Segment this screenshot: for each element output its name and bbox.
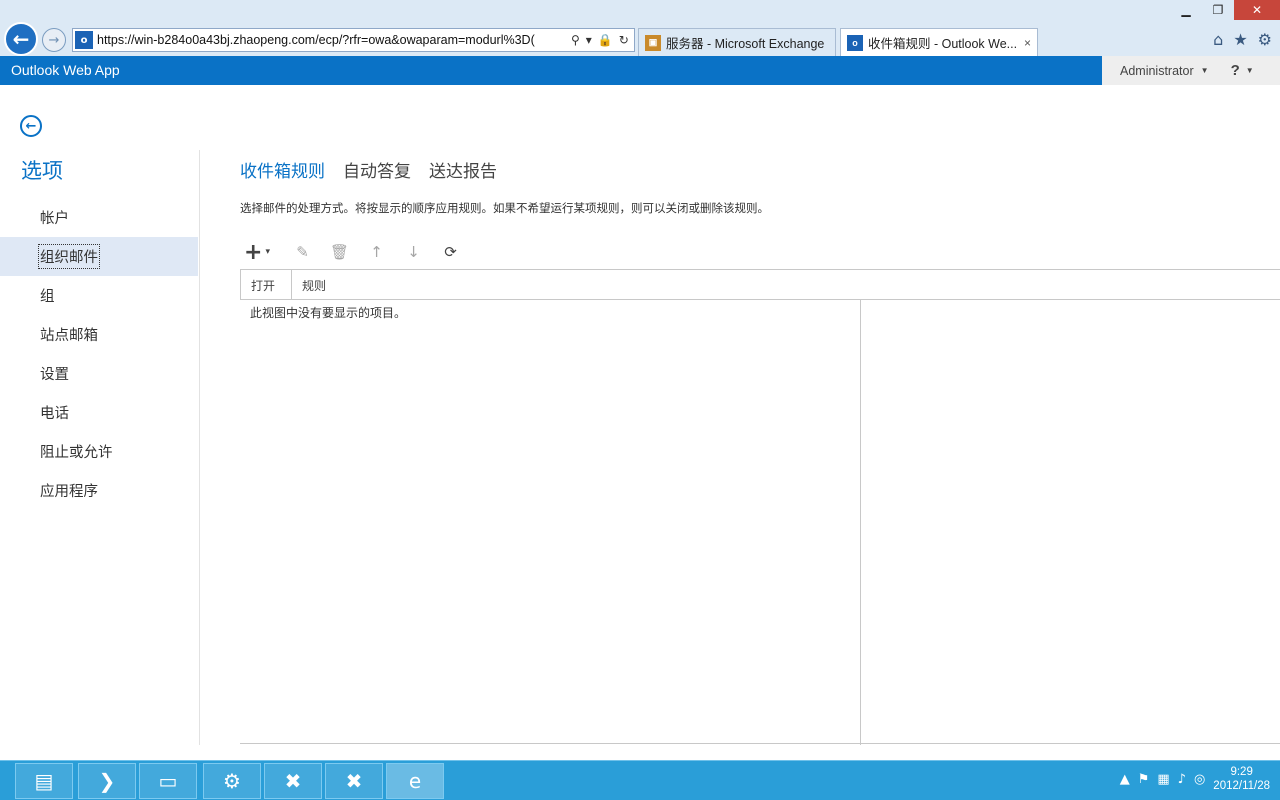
grid-bottom-border [240,743,1280,744]
outlook-icon: o [75,31,93,49]
help-icon[interactable]: ? [1231,62,1240,79]
sidebar-item-apps[interactable]: 应用程序 [0,471,198,510]
outlook-icon: o [847,34,863,51]
restore-button[interactable]: ❐ [1202,0,1234,20]
favorites-star-icon[interactable]: ★ [1233,30,1247,49]
close-window-button[interactable]: ✕ [1234,0,1280,20]
file-explorer-icon[interactable]: ▭ [139,763,197,799]
taskbar: ▤ ❯ ▭ ⚙ ✖ ✖ e ▲ ⚑ ▦ ♪ ◎ 9:29 2012/11/28 [0,760,1280,800]
browser-forward-button[interactable]: → [42,28,66,52]
column-header-rule[interactable]: 规则 [302,277,326,294]
column-separator [291,270,292,300]
chevron-down-icon[interactable]: ▼ [1246,66,1254,75]
user-menu[interactable]: Administrator ▼ ? ▼ [1102,56,1280,85]
show-hidden-icons-icon[interactable]: ▲ [1120,772,1130,787]
content-tabs: 收件箱规则 自动答复 送达报告 [240,157,497,182]
rules-toolbar: + ▾ ✎ 🗑 ↑ ↓ ⟳ [244,239,469,265]
user-name[interactable]: Administrator [1120,64,1194,78]
tab-delivery-reports[interactable]: 送达报告 [429,157,497,182]
sidebar-nav: 帐户 组织邮件 组 站点邮箱 设置 电话 阻止或允许 应用程序 [0,198,198,510]
sidebar-item-label: 应用程序 [40,484,98,500]
edit-rule-button[interactable]: ✎ [284,240,321,264]
details-pane-divider [860,300,861,745]
url-text[interactable]: https://win-b284o0a43bj.zhaopeng.com/ecp… [97,33,567,47]
pencil-icon: ✎ [296,243,309,261]
tab-close-icon[interactable]: × [1024,36,1031,50]
powershell-icon[interactable]: ❯ [78,763,136,799]
sidebar-item-label: 阻止或允许 [40,445,113,461]
sidebar-item-account[interactable]: 帐户 [0,198,198,237]
rules-grid: 打开 规则 此视图中没有要显示的项目。 [240,269,1280,745]
arrow-right-icon: → [48,32,60,48]
sidebar-item-label: 电话 [40,406,69,422]
sidebar-item-phone[interactable]: 电话 [0,393,198,432]
tab-label: 服务器 - Microsoft Exchange [666,37,825,51]
grid-header: 打开 规则 [240,269,1280,300]
clock[interactable]: 9:29 2012/11/28 [1213,765,1270,793]
tab-label: 收件箱规则 - Outlook We... [868,37,1018,51]
sidebar-item-label: 设置 [40,367,69,383]
tab-inbox-rules[interactable]: o 收件箱规则 - Outlook We... × [840,28,1038,56]
move-down-button[interactable]: ↓ [395,240,432,264]
column-header-on[interactable]: 打开 [251,277,275,294]
sidebar-item-block-or-allow[interactable]: 阻止或允许 [0,432,198,471]
address-bar[interactable]: o https://win-b284o0a43bj.zhaopeng.com/e… [72,28,635,52]
add-rule-button[interactable]: + ▾ [244,239,284,265]
description-text: 选择邮件的处理方式。将按显示的顺序应用规则。如果不希望运行某项规则，则可以关闭或… [240,201,769,215]
clock-date: 2012/11/28 [1213,780,1270,792]
exchange-toolbox-icon[interactable]: ✖ [325,763,383,799]
arrow-left-icon: ← [12,27,30,51]
settings-gear-icon[interactable]: ⚙ [1258,30,1272,49]
plus-icon: + [244,239,263,265]
action-center-icon[interactable]: ⚑ [1138,772,1150,787]
arrow-up-icon: ↑ [370,243,383,261]
empty-list-message: 此视图中没有要显示的项目。 [250,306,407,320]
delete-rule-button[interactable]: 🗑 [321,240,358,264]
owa-header: Outlook Web App Administrator ▼ ? ▼ [0,56,1280,85]
sidebar-item-label: 站点邮箱 [40,328,98,344]
exchange-shell-icon[interactable]: ✖ [264,763,322,799]
tab-inbox-rules-content[interactable]: 收件箱规则 [240,157,325,182]
minimize-button[interactable]: ▁ [1170,0,1202,20]
back-arrow-icon[interactable]: ← [20,115,42,137]
system-tray: ▲ ⚑ ▦ ♪ ◎ 9:29 2012/11/28 [1120,765,1270,793]
chevron-down-icon[interactable]: ▼ [1201,66,1209,75]
sidebar-divider [199,150,200,745]
clock-time: 9:29 [1230,766,1253,778]
app-title[interactable]: Outlook Web App [11,62,120,78]
exchange-icon: ▣ [645,34,661,51]
arrow-down-icon: ↓ [407,243,420,261]
page-title: 选项 [21,159,63,183]
volume-icon[interactable]: ♪ [1178,772,1186,787]
sidebar-item-label: 组 [40,289,55,305]
lock-icon[interactable]: 🔒 [598,33,613,47]
browser-chrome: ▁ ❐ ✕ ← → o https://win-b284o0a43bj.zhao… [0,0,1280,56]
sidebar-item-site-mailboxes[interactable]: 站点邮箱 [0,315,198,354]
sidebar-item-label: 组织邮件 [38,244,100,269]
home-icon[interactable]: ⌂ [1213,30,1223,49]
task-scheduler-icon[interactable]: ⚙ [203,763,261,799]
server-manager-icon[interactable]: ▤ [15,763,73,799]
sidebar-item-organize-mail[interactable]: 组织邮件 [0,237,198,276]
chevron-down-icon: ▾ [265,247,270,257]
refresh-button[interactable]: ⟳ [432,240,469,264]
ime-icon[interactable]: ◎ [1194,772,1205,787]
sidebar-item-settings[interactable]: 设置 [0,354,198,393]
sidebar-item-label: 帐户 [40,211,69,227]
network-icon[interactable]: ▦ [1157,772,1169,787]
move-up-button[interactable]: ↑ [358,240,395,264]
trash-icon: 🗑 [329,243,350,261]
refresh-icon: ⟳ [444,243,457,261]
sidebar-item-groups[interactable]: 组 [0,276,198,315]
search-icon[interactable]: ⚲ [571,33,580,47]
window-controls: ▁ ❐ ✕ [1170,0,1280,20]
tab-automatic-replies[interactable]: 自动答复 [343,157,411,182]
internet-explorer-icon[interactable]: e [386,763,444,799]
refresh-icon[interactable]: ↻ [619,33,629,47]
tab-exchange-server[interactable]: ▣ 服务器 - Microsoft Exchange [638,28,836,56]
dropdown-icon[interactable]: ▾ [586,33,592,47]
browser-back-button[interactable]: ← [4,22,38,56]
